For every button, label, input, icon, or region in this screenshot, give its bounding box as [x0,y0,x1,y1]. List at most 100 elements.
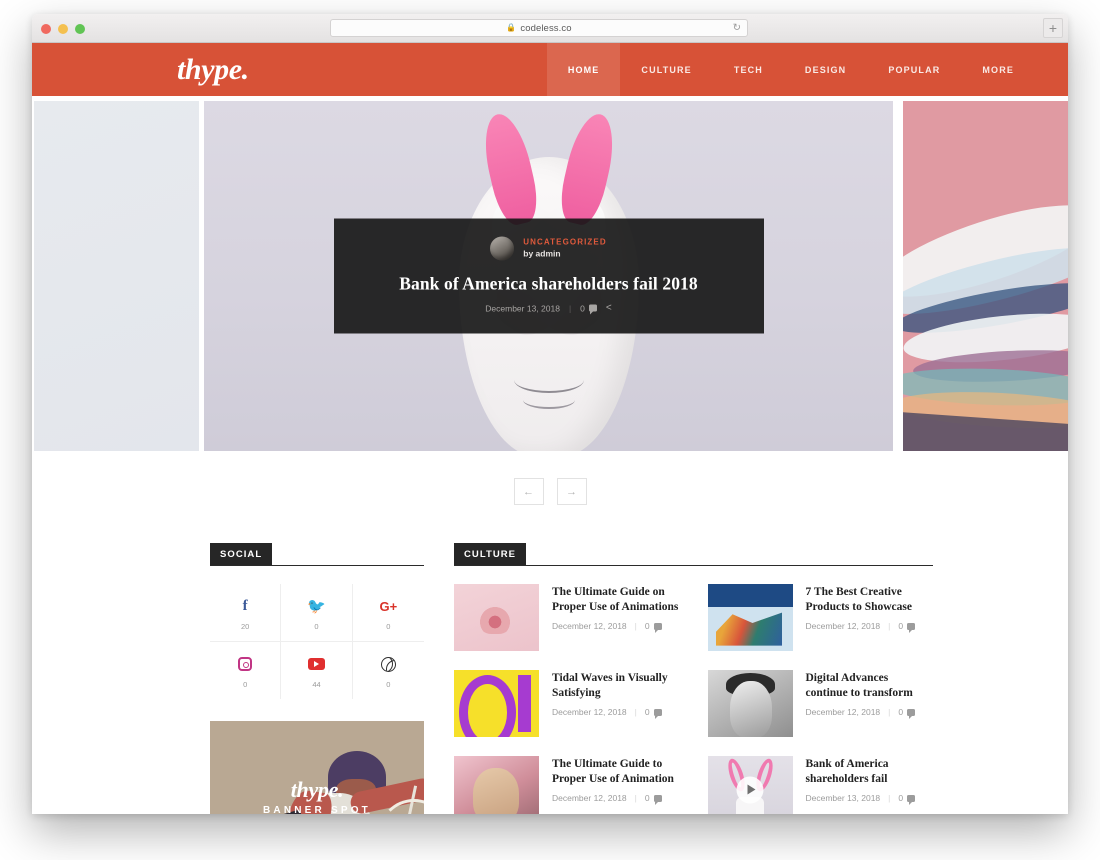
nav-item-culture[interactable]: CULTURE [620,43,712,96]
post-date: December 12, 2018 [552,621,627,632]
post-title[interactable]: 7 The Best Creative Products to Showcase [806,585,934,615]
post-title[interactable]: The Ultimate Guide on Proper Use of Anim… [552,585,680,615]
post-thumbnail[interactable] [454,584,539,651]
meta-separator: | [888,621,891,632]
slider-active-slide[interactable]: UNCATEGORIZED by admin Bank of America s… [204,101,893,451]
post-date: December 12, 2018 [552,793,627,804]
social-item-facebook[interactable]: f 20 [210,584,282,642]
post-comment-count[interactable]: 0 [645,793,662,805]
close-window-button[interactable] [41,24,51,34]
post-item[interactable]: 7 The Best Creative Products to Showcase… [707,584,934,651]
hero-category[interactable]: UNCATEGORIZED [523,238,606,248]
post-meta: December 12, 2018 | 0 [552,707,680,719]
comment-bubble-icon [907,794,916,805]
maximize-window-button[interactable] [75,24,85,34]
post-comment-count[interactable]: 0 [645,621,662,633]
google-plus-count: 0 [386,622,391,631]
hero-comment-count[interactable]: 0 [580,303,597,315]
window-controls[interactable] [41,24,85,34]
comment-bubble-icon [907,622,916,633]
hero-caption: UNCATEGORIZED by admin Bank of America s… [333,218,764,334]
banner-subtitle: BANNER SPOT [263,805,371,814]
site-logo[interactable]: thype. [32,43,249,96]
post-thumbnail[interactable] [707,670,793,737]
nav-item-tech[interactable]: TECH [713,43,784,96]
social-item-google-plus[interactable]: G+ 0 [352,584,424,642]
banner-logo: thype. [290,777,344,802]
post-item[interactable]: Tidal Waves in Visually Satisfying Decem… [454,670,680,737]
instagram-icon [210,655,280,673]
facebook-count: 20 [240,622,250,631]
youtube-count: 44 [312,680,321,689]
post-item[interactable]: The Ultimate Guide to Proper Use of Anim… [454,756,680,814]
social-widget-header: SOCIAL [210,543,424,566]
slider-prev-button[interactable]: ← [513,478,544,505]
share-icon[interactable]: < [606,303,612,314]
slider-navigation: ← → [32,456,1068,505]
comment-bubble-icon [653,794,662,805]
hero-title[interactable]: Bank of America shareholders fail 2018 [354,274,744,295]
slider-prev-slide[interactable] [34,101,199,451]
site-header: thype. HOME CULTURE TECH DESIGN POPULAR … [32,43,1068,96]
hero-comment-number: 0 [580,303,585,313]
meta-separator: | [634,793,637,804]
post-comment-number: 0 [898,793,904,804]
post-thumbnail[interactable] [707,584,793,651]
instagram-count: 0 [243,680,248,689]
social-item-twitter[interactable]: 🐦 0 [281,584,353,642]
culture-section: CULTURE The Ultimate Guide on Proper Use… [454,543,933,814]
post-comment-number: 0 [898,707,904,718]
comment-bubble-icon [653,622,662,633]
play-icon[interactable] [736,776,764,803]
post-title[interactable]: Tidal Waves in Visually Satisfying [552,671,680,701]
social-item-instagram[interactable]: 0 [210,642,282,699]
post-item[interactable]: Digital Advances continue to transform D… [707,670,934,737]
post-meta: December 12, 2018 | 0 [806,621,934,633]
social-item-dribbble[interactable]: 0 [353,642,424,699]
sidebar: SOCIAL f 20 🐦 0 G+ 0 0 44 0 thype. BANNE… [210,543,424,814]
hero-byline: by admin [523,248,561,259]
social-item-youtube[interactable]: 44 [281,642,353,699]
post-thumbnail[interactable] [707,756,793,814]
url-text: codeless.co [520,22,572,34]
post-column-left: The Ultimate Guide on Proper Use of Anim… [454,584,680,814]
meta-separator: | [568,303,572,313]
minimize-window-button[interactable] [58,24,68,34]
nav-item-design[interactable]: DESIGN [784,43,867,96]
banner-ad[interactable]: thype. BANNER SPOT [210,721,424,814]
new-tab-button[interactable]: + [1043,18,1063,38]
page-viewport: thype. HOME CULTURE TECH DESIGN POPULAR … [32,43,1068,814]
post-column-right: 7 The Best Creative Products to Showcase… [707,584,934,814]
post-comment-count[interactable]: 0 [898,793,916,805]
slider-next-slide[interactable] [903,101,1068,451]
meta-separator: | [888,707,891,718]
meta-separator: | [888,793,891,804]
hero-slider: UNCATEGORIZED by admin Bank of America s… [32,96,1068,456]
browser-chrome-bar: 🔒 codeless.co ↻ + [32,14,1068,43]
post-thumbnail[interactable] [454,756,539,814]
post-meta: December 12, 2018 | 0 [552,793,680,805]
post-comment-number: 0 [644,707,650,718]
slider-next-button[interactable]: → [556,478,587,505]
post-comment-count[interactable]: 0 [644,707,662,719]
post-meta: December 12, 2018 | 0 [806,707,934,719]
post-item[interactable]: The Ultimate Guide on Proper Use of Anim… [454,584,680,651]
culture-section-header: CULTURE [454,543,933,566]
post-comment-count[interactable]: 0 [898,621,916,633]
nav-item-more[interactable]: MORE [961,43,1035,96]
post-thumbnail[interactable] [454,670,539,737]
reload-icon[interactable]: ↻ [733,23,741,34]
post-title[interactable]: The Ultimate Guide to Proper Use of Anim… [552,757,680,787]
post-item[interactable]: Bank of America shareholders fail Decemb… [707,756,934,814]
post-title[interactable]: Bank of America shareholders fail [806,757,934,787]
lock-icon: 🔒 [506,23,517,32]
comment-bubble-icon [653,708,662,719]
post-title[interactable]: Digital Advances continue to transform [806,671,934,701]
dribbble-icon [353,655,424,673]
post-date: December 13, 2018 [805,793,881,804]
meta-separator: | [634,621,637,632]
nav-item-popular[interactable]: POPULAR [867,43,961,96]
post-comment-count[interactable]: 0 [898,707,916,719]
nav-item-home[interactable]: HOME [546,43,621,96]
address-bar[interactable]: 🔒 codeless.co ↻ [330,19,748,37]
